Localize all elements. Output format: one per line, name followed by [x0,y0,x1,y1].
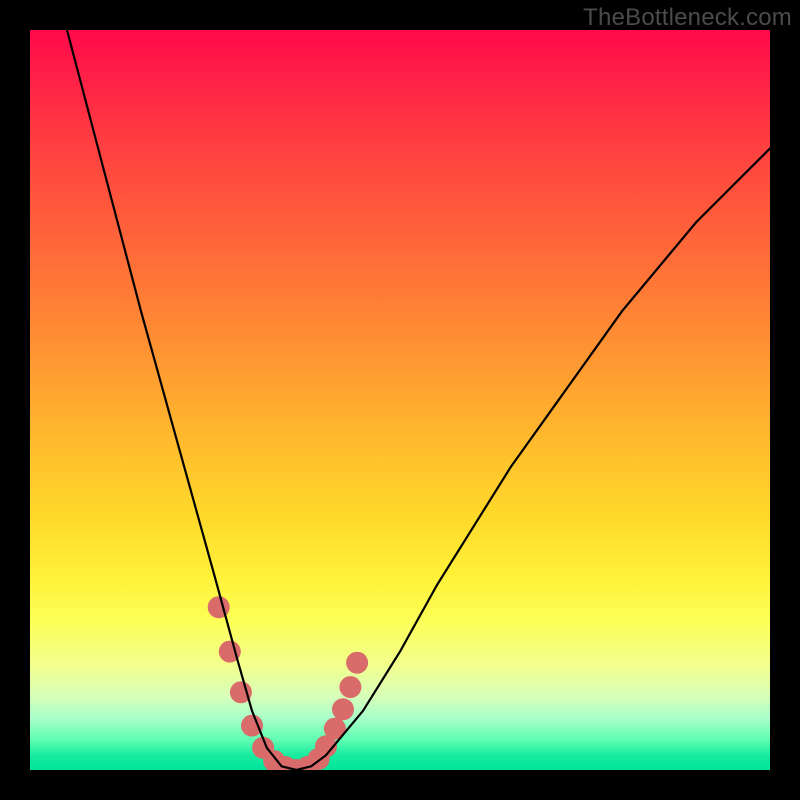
highlight-dot [208,596,230,618]
highlight-dot [346,652,368,674]
bottleneck-curve [67,30,770,770]
highlight-dot [332,698,354,720]
watermark-text: TheBottleneck.com [583,4,792,32]
plot-area [30,30,770,770]
bottleneck-chart-svg [30,30,770,770]
chart-frame: TheBottleneck.com [0,0,800,800]
marker-group [208,596,368,770]
highlight-dot [241,715,263,737]
highlight-dot [339,676,361,698]
